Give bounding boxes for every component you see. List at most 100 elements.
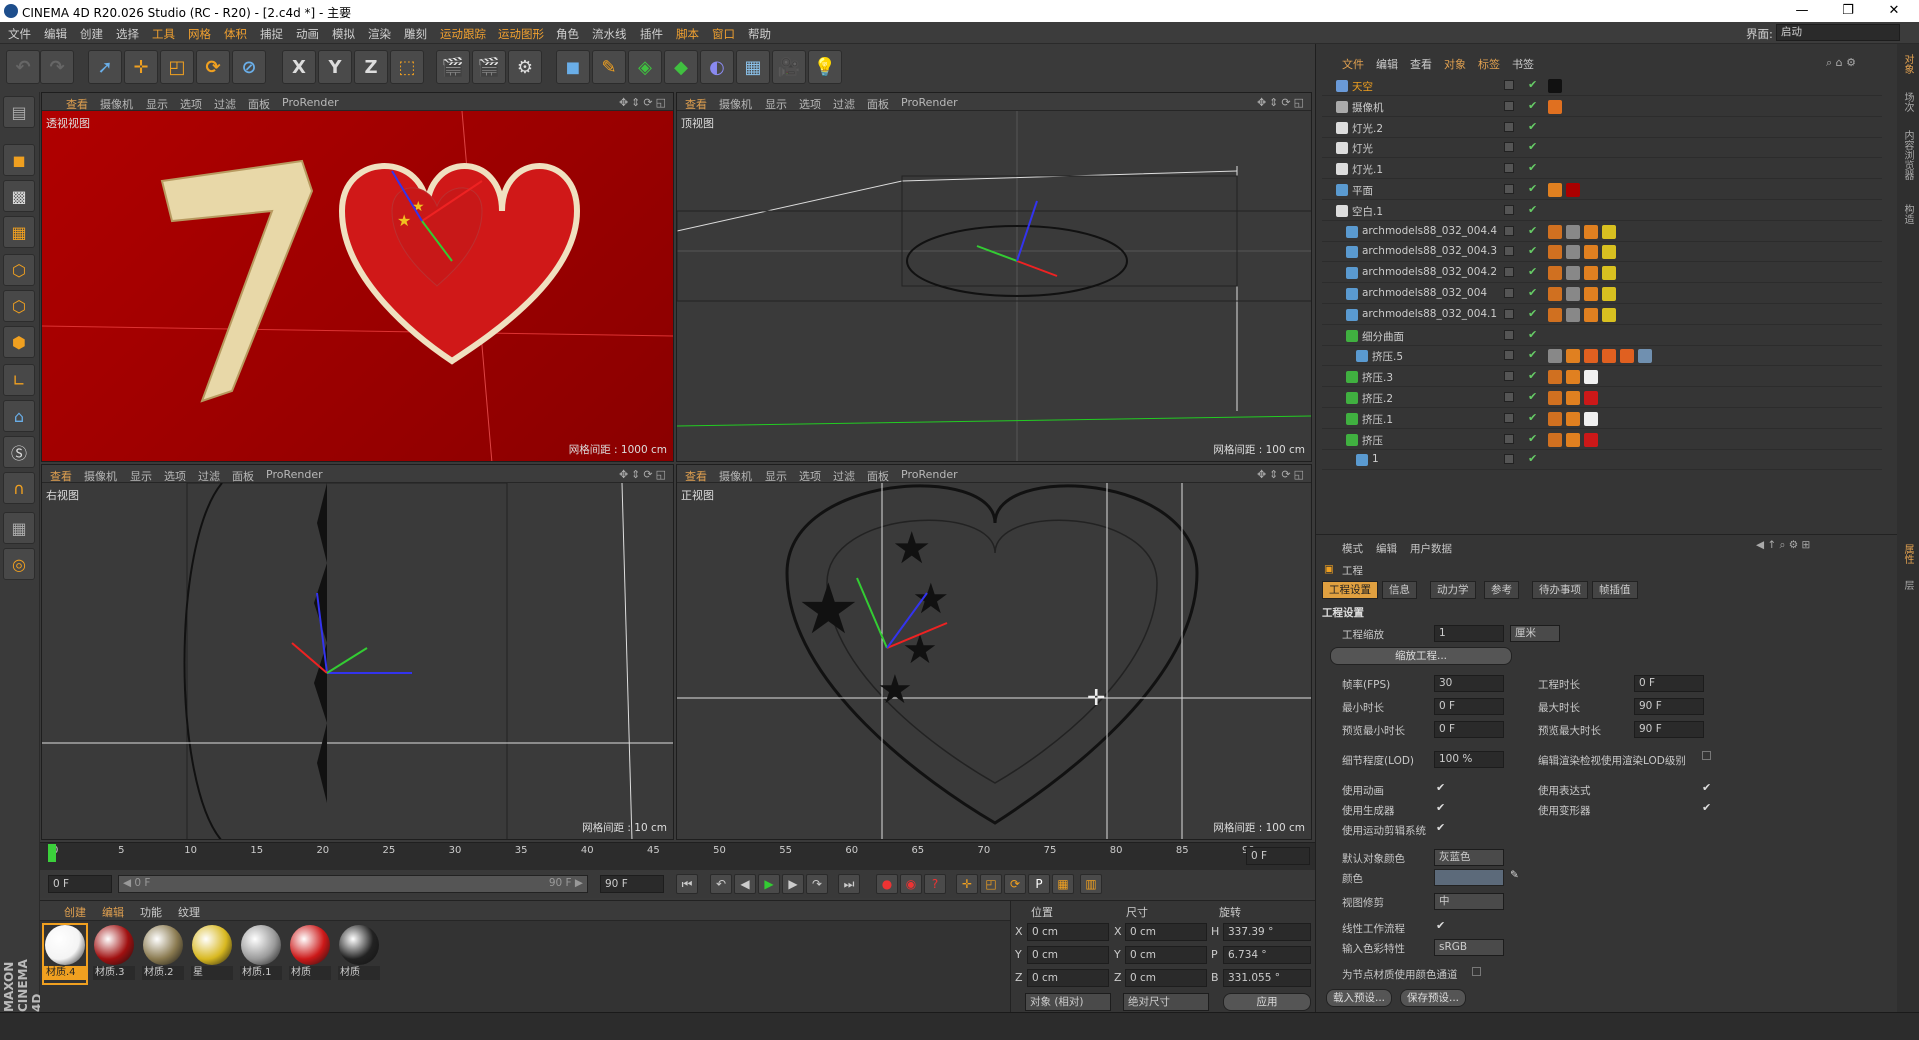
attr-nav-icons[interactable]: ◀ ↑ ⌕ ⚙ ⊞ [1756,539,1810,552]
viewport-nav-icons[interactable]: ✥⇕⟳◱ [1257,468,1307,481]
object-layer-icon[interactable] [1504,308,1514,319]
object-row[interactable]: 灯光.2 ✔ [1322,118,1882,138]
preview-range-slider[interactable]: ◀ 0 F 90 F ▶ [118,875,588,893]
object-layer-icon[interactable] [1504,350,1514,361]
timeline-ruler[interactable]: 051015202530354045505560657075808590 0 F [40,842,1315,870]
object-tag-icon[interactable] [1566,391,1580,405]
menu-file[interactable]: 文件 [8,26,31,42]
vp-menu-display[interactable]: 显示 [765,96,787,112]
render-picture-viewer-icon[interactable]: 🎬 [472,50,506,84]
tab-reference[interactable]: 参考 [1484,581,1519,599]
object-layer-icon[interactable] [1504,163,1514,174]
object-row[interactable]: archmodels88_032_004.2 ✔ [1322,263,1882,284]
object-tag-icon[interactable] [1602,349,1616,364]
viewport-front[interactable]: 查看 摄像机 显示 选项 过滤 面板 ProRender ✥⇕⟳◱ ★ ★ ★ … [676,464,1312,840]
color-swatch[interactable] [1434,869,1504,886]
object-tag-icon[interactable] [1548,224,1562,239]
object-row[interactable]: 摄像机 ✔ [1322,97,1882,117]
attr-menu-userdata[interactable]: 用户数据 [1410,541,1452,556]
menu-mograph[interactable]: 运动图形 [498,26,544,42]
object-enabled-icon[interactable]: ✔ [1528,265,1537,278]
right-canvas[interactable]: 右视图 网格间距 : 10 cm [42,482,673,839]
scale-unit-select[interactable]: 厘米 [1510,625,1560,642]
vp-menu-display[interactable]: 显示 [130,468,152,484]
object-enabled-icon[interactable]: ✔ [1528,224,1537,237]
menu-motion-tracking[interactable]: 运动跟踪 [440,26,486,42]
play-icon[interactable]: ▶ [758,874,780,894]
vp-menu-options[interactable]: 选项 [164,468,186,484]
minimize-button[interactable]: — [1779,0,1825,22]
object-enabled-icon[interactable]: ✔ [1528,203,1537,216]
object-row[interactable]: 挤压.5 ✔ [1322,346,1882,367]
object-tag-icon[interactable] [1566,307,1580,322]
object-layer-icon[interactable] [1504,454,1514,465]
object-tag-icon[interactable] [1548,183,1562,197]
tab-dynamics[interactable]: 动力学 [1430,581,1476,599]
object-row[interactable]: 挤压 ✔ [1322,430,1882,450]
object-tag-icon[interactable] [1566,411,1580,426]
menu-plugins[interactable]: 插件 [640,26,663,42]
scale-project-button[interactable]: 缩放工程... [1330,647,1512,665]
mat-menu-edit[interactable]: 编辑 [102,904,124,920]
vp-menu-view[interactable]: 查看 [685,468,707,484]
record-keys-icon[interactable]: ● [876,874,898,894]
attr-menu-edit[interactable]: 编辑 [1376,541,1397,556]
deformer-icon[interactable]: ◐ [700,50,734,84]
key-pla-icon[interactable]: ▦ [1052,874,1074,894]
strip-tab-content-browser[interactable]: 内容浏览器 [1900,130,1915,180]
object-tag-icon[interactable] [1566,245,1580,260]
position-x-field[interactable]: 0 cm [1027,923,1109,941]
model-mode-icon[interactable]: ◼ [3,144,35,176]
tab-todo[interactable]: 待办事项 [1532,581,1588,599]
min-time-field[interactable]: 0 F [1434,698,1504,715]
object-enabled-icon[interactable]: ✔ [1528,369,1537,382]
vp-menu-filter[interactable]: 过滤 [833,96,855,112]
object-enabled-icon[interactable]: ✔ [1528,452,1537,465]
top-canvas[interactable]: 顶视图 网格间距 : 100 cm [677,111,1311,461]
object-layer-icon[interactable] [1504,246,1514,257]
object-tag-icon[interactable] [1548,266,1562,281]
menu-animate[interactable]: 动画 [296,26,319,42]
next-key-icon[interactable]: ↷ [806,874,828,894]
object-tag-icon[interactable] [1548,411,1562,426]
material-item[interactable]: 材质.3 [93,925,135,983]
vp-menu-camera[interactable]: 摄像机 [84,468,117,484]
object-row[interactable]: archmodels88_032_004.4 ✔ [1322,222,1882,242]
rotation-b-field[interactable]: 331.055 ° [1223,969,1311,987]
apply-button[interactable]: 应用 [1223,993,1311,1011]
object-tag-icon[interactable] [1566,370,1580,385]
vp-menu-display[interactable]: 显示 [146,96,168,112]
light-icon[interactable]: 💡 [808,50,842,84]
material-item[interactable]: 材质.2 [142,925,184,983]
vp-menu-panel[interactable]: 面板 [867,468,889,484]
magnet-icon[interactable]: ∩ [3,472,35,504]
tweak-mode-icon[interactable]: ⌂ [3,400,35,432]
y-axis-button[interactable]: Y [318,50,352,84]
viewport-perspective[interactable]: 查看 摄像机 显示 选项 过滤 面板 ProRender ✥⇕⟳◱ ★ ★ 透视… [41,92,674,462]
key-help-icon[interactable]: ? [924,874,946,894]
object-layer-icon[interactable] [1504,204,1514,215]
viewport-nav-icons[interactable]: ✥⇕⟳◱ [619,96,669,109]
object-tag-icon[interactable] [1602,287,1616,301]
object-row[interactable]: archmodels88_032_004.1 ✔ [1322,305,1882,325]
vp-menu-camera[interactable]: 摄像机 [100,96,133,112]
object-layer-icon[interactable] [1504,184,1514,194]
object-enabled-icon[interactable]: ✔ [1528,286,1537,299]
vp-menu-camera[interactable]: 摄像机 [719,468,752,484]
save-preset-button[interactable]: 保存预设... [1400,989,1466,1007]
object-enabled-icon[interactable]: ✔ [1528,78,1537,91]
pen-icon[interactable]: ✎ [592,50,626,84]
menu-sculpt[interactable]: 雕刻 [404,26,427,42]
linear-workflow-checkbox[interactable]: ✔ [1436,919,1445,932]
mat-menu-function[interactable]: 功能 [140,904,162,920]
object-enabled-icon[interactable]: ✔ [1528,120,1537,133]
texture-mode-icon[interactable]: ▩ [3,180,35,212]
menu-character[interactable]: 角色 [556,26,579,42]
object-row[interactable]: 挤压.3 ✔ [1322,367,1882,388]
next-frame-icon[interactable]: ▶ [782,874,804,894]
object-tag-icon[interactable] [1548,370,1562,385]
duration-field[interactable]: 0 F [1634,675,1704,692]
om-menu-bookmarks[interactable]: 书签 [1512,56,1534,72]
om-menu-objects[interactable]: 对象 [1444,56,1466,72]
menu-mesh[interactable]: 网格 [188,26,211,42]
